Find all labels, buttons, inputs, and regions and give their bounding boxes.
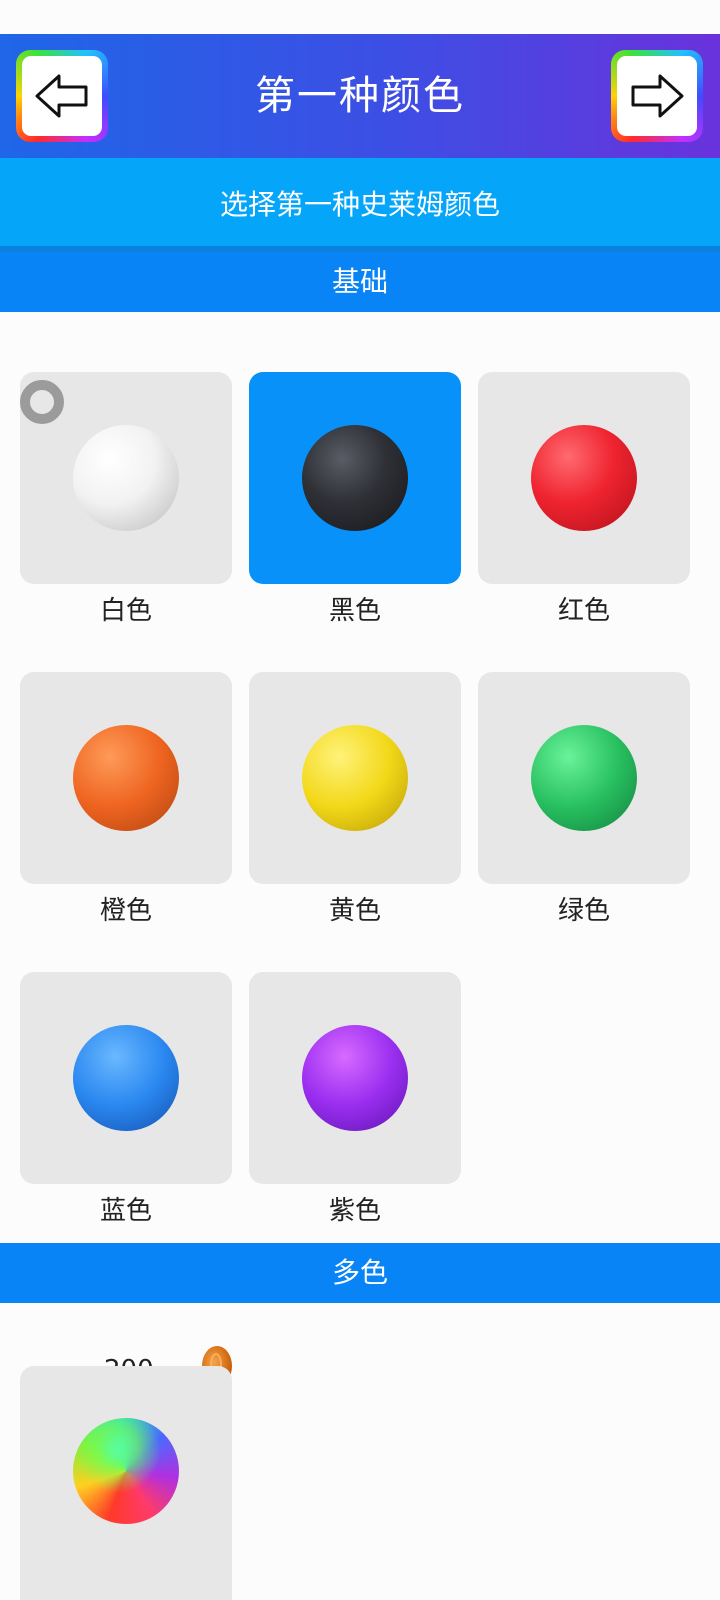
subtitle-text: 选择第一种史莱姆颜色	[219, 188, 500, 221]
subtitle-bar: 选择第一种史莱姆颜色	[0, 158, 720, 252]
slime-ball-black	[302, 425, 408, 531]
color-tile-yellow[interactable]	[249, 672, 461, 884]
color-label-red: 红色	[557, 596, 610, 626]
color-tile-blue[interactable]	[20, 972, 232, 1184]
back-button[interactable]	[16, 50, 108, 142]
slime-ball-green	[531, 725, 637, 831]
color-tile-purple[interactable]	[249, 972, 461, 1184]
color-label-purple: 紫色	[328, 1196, 381, 1226]
slime-ball-purple	[302, 1025, 408, 1131]
color-label-white: 白色	[99, 596, 152, 626]
color-tile-black[interactable]	[249, 372, 461, 584]
ring-icon	[20, 380, 64, 424]
page-title: 第一种颜色	[255, 73, 465, 119]
color-tile-red[interactable]	[478, 372, 690, 584]
slime-ball-red	[531, 425, 637, 531]
slime-ball-rainbow	[73, 1418, 179, 1524]
app-header: 第一种颜色	[0, 34, 720, 158]
arrow-left-icon	[35, 74, 88, 118]
color-label-blue: 蓝色	[99, 1196, 152, 1226]
color-tile-green[interactable]	[478, 672, 690, 884]
slime-ball-yellow	[302, 725, 408, 831]
color-label-green: 绿色	[557, 896, 610, 926]
color-label-orange: 橙色	[99, 896, 152, 926]
section-header-multicolor: 多色	[0, 1243, 720, 1303]
arrow-right-icon	[631, 74, 684, 118]
color-label-black: 黑色	[328, 596, 381, 626]
section-header-basic: 基础	[0, 252, 720, 312]
section-basic-label: 基础	[331, 265, 388, 298]
slime-ball-white	[73, 425, 179, 531]
section-multicolor-label: 多色	[331, 1256, 388, 1289]
color-tile-orange[interactable]	[20, 672, 232, 884]
slime-ball-blue	[73, 1025, 179, 1131]
slime-ball-orange	[73, 725, 179, 831]
color-tile-white[interactable]	[20, 372, 232, 584]
next-button[interactable]	[611, 50, 703, 142]
color-label-yellow: 黄色	[328, 896, 381, 926]
color-tile-rainbow[interactable]	[20, 1366, 232, 1600]
